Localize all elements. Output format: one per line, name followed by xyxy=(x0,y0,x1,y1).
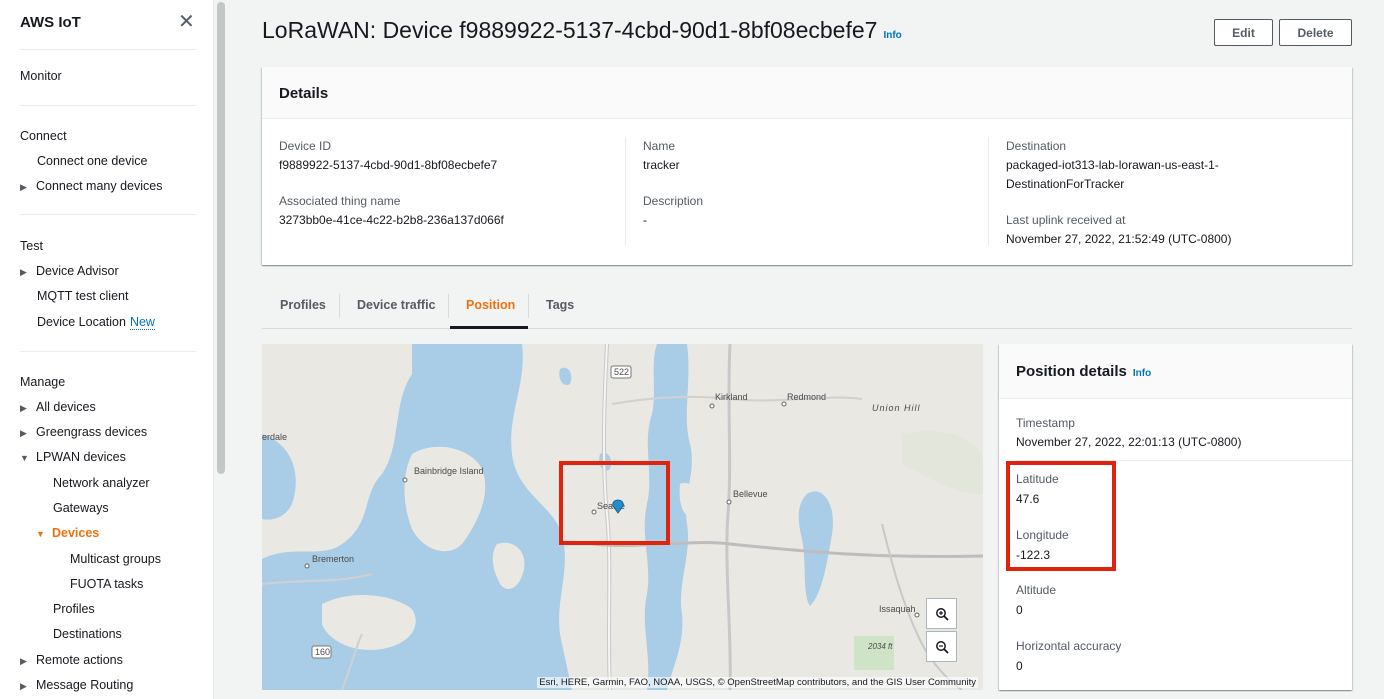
sidebar-item-fuota-tasks[interactable]: FUOTA tasks xyxy=(70,577,143,591)
info-link[interactable]: Info xyxy=(883,30,901,41)
details-panel-header: Details xyxy=(262,67,1352,119)
horizontal-accuracy-value: 0 xyxy=(1016,659,1023,673)
destination-value[interactable]: packaged-iot313-lab-lorawan-us-east-1- De… xyxy=(1006,156,1219,194)
caret-right-icon: ▶ xyxy=(20,656,27,666)
divider xyxy=(20,49,196,50)
caret-down-icon: ▼ xyxy=(20,453,29,463)
sidebar-item-remote-actions[interactable]: ▶ Remote actions xyxy=(20,653,123,667)
map-label-redmond: Redmond xyxy=(787,392,826,402)
map-label-bremerton: Bremerton xyxy=(312,554,354,564)
close-icon[interactable]: ✕ xyxy=(178,11,195,33)
sidebar-item-device-location[interactable]: Device Location New xyxy=(37,315,155,330)
description-value: - xyxy=(643,213,647,227)
zoom-out-icon[interactable] xyxy=(926,631,957,662)
tab-divider-line xyxy=(262,328,1352,329)
sidebar-section-test: Test xyxy=(20,239,43,253)
sidebar-item-connect-many[interactable]: ▶ Connect many devices xyxy=(20,179,162,193)
sidebar-item-lpwan-devices[interactable]: ▼ LPWAN devices xyxy=(20,450,126,464)
name-label: Name xyxy=(643,139,676,153)
scrollbar-thumb[interactable] xyxy=(217,2,225,474)
tab-device-traffic[interactable]: Device traffic xyxy=(357,298,436,312)
sidebar-item-all-devices[interactable]: ▶ All devices xyxy=(20,400,96,414)
sidebar-item-message-routing[interactable]: ▶ Message Routing xyxy=(20,678,133,692)
position-panel-header: Position details Info xyxy=(999,344,1352,399)
sidebar-title[interactable]: AWS IoT xyxy=(20,14,81,31)
thing-name-value: 3273bb0e-41ce-4c22-b2b8-236a137d066f xyxy=(279,213,504,227)
sidebar-item-device-advisor[interactable]: ▶ Device Advisor xyxy=(20,264,119,278)
sidebar-item-greengrass-devices[interactable]: ▶ Greengrass devices xyxy=(20,425,147,439)
tab-separator xyxy=(448,294,449,318)
altitude-value: 0 xyxy=(1016,603,1023,617)
active-tab-indicator xyxy=(450,326,528,329)
details-heading: Details xyxy=(279,85,329,102)
map-label-issaquah: Issaquah xyxy=(879,604,916,614)
tab-tags[interactable]: Tags xyxy=(546,298,574,312)
description-label: Description xyxy=(643,194,704,208)
route-label: 160 xyxy=(315,647,330,657)
map-label-kirkland: Kirkland xyxy=(715,392,748,402)
new-badge: New xyxy=(129,315,155,330)
sidebar-item-connect-one[interactable]: Connect one device xyxy=(37,154,148,168)
last-uplink-label: Last uplink received at xyxy=(1006,213,1126,227)
sidebar-section-connect: Connect xyxy=(20,129,67,143)
column-divider xyxy=(625,137,626,245)
divider xyxy=(20,105,196,106)
sidebar-scrollbar[interactable] xyxy=(216,0,226,699)
annotation-highlight-box xyxy=(559,461,670,545)
sidebar-item-multicast-groups[interactable]: Multicast groups xyxy=(70,552,161,566)
caret-right-icon: ▶ xyxy=(20,182,27,192)
delete-button[interactable]: Delete xyxy=(1279,19,1352,46)
column-divider xyxy=(988,137,989,245)
zoom-in-icon[interactable] xyxy=(926,598,957,629)
map-label-erdale: erdale xyxy=(262,432,287,442)
sidebar-item-gateways[interactable]: Gateways xyxy=(53,501,109,515)
altitude-label: Altitude xyxy=(1016,583,1057,597)
caret-right-icon: ▶ xyxy=(20,681,27,691)
timestamp-value: November 27, 2022, 22:01:13 (UTC-0800) xyxy=(1016,435,1242,449)
caret-right-icon: ▶ xyxy=(20,267,27,277)
position-details-heading: Position details Info xyxy=(1016,363,1152,380)
caret-down-icon: ▼ xyxy=(36,529,45,539)
tab-position[interactable]: Position xyxy=(466,298,515,312)
last-uplink-value: November 27, 2022, 21:52:49 (UTC-0800) xyxy=(1006,232,1232,246)
sidebar-item-monitor[interactable]: Monitor xyxy=(20,69,62,83)
sidebar-section-manage: Manage xyxy=(20,375,66,389)
route-label: 522 xyxy=(614,367,629,377)
tab-profiles[interactable]: Profiles xyxy=(280,298,326,312)
edit-button[interactable]: Edit xyxy=(1214,19,1273,46)
horizontal-accuracy-label: Horizontal accuracy xyxy=(1016,639,1122,653)
caret-right-icon: ▶ xyxy=(20,403,27,413)
annotation-highlight-box xyxy=(1006,461,1116,571)
name-value: tracker xyxy=(643,158,680,172)
sidebar-item-profiles[interactable]: Profiles xyxy=(53,602,95,616)
device-id-label: Device ID xyxy=(279,139,332,153)
map-label-union-hill: Union Hill xyxy=(872,403,921,413)
caret-right-icon: ▶ xyxy=(20,428,27,438)
sidebar-item-mqtt-test-client[interactable]: MQTT test client xyxy=(37,289,128,303)
info-link[interactable]: Info xyxy=(1133,368,1151,379)
page-title: LoRaWAN: Device f9889922-5137-4cbd-90d1-… xyxy=(262,17,902,43)
thing-name-label: Associated thing name xyxy=(279,194,401,208)
sidebar-item-destinations[interactable]: Destinations xyxy=(53,627,122,641)
destination-label: Destination xyxy=(1006,139,1067,153)
divider xyxy=(20,351,196,352)
map-label-bellevue: Bellevue xyxy=(733,489,768,499)
map-attribution[interactable]: Esri, HERE, Garmin, FAO, NOAA, USGS, © O… xyxy=(537,677,978,688)
map-label-bainbridge: Bainbridge Island xyxy=(414,466,484,476)
sidebar-item-devices[interactable]: ▼ Devices xyxy=(36,526,99,540)
side-navigation: AWS IoT ✕ Monitor Connect Connect one de… xyxy=(0,0,214,699)
timestamp-label: Timestamp xyxy=(1016,416,1075,430)
sidebar-item-network-analyzer[interactable]: Network analyzer xyxy=(53,476,150,490)
tab-separator xyxy=(339,294,340,318)
device-id-value: f9889922-5137-4cbd-90d1-8bf08ecbefe7 xyxy=(279,158,498,172)
divider xyxy=(20,214,196,215)
map-label-elevation: 2034 ft xyxy=(867,642,893,651)
tab-separator xyxy=(528,294,529,318)
